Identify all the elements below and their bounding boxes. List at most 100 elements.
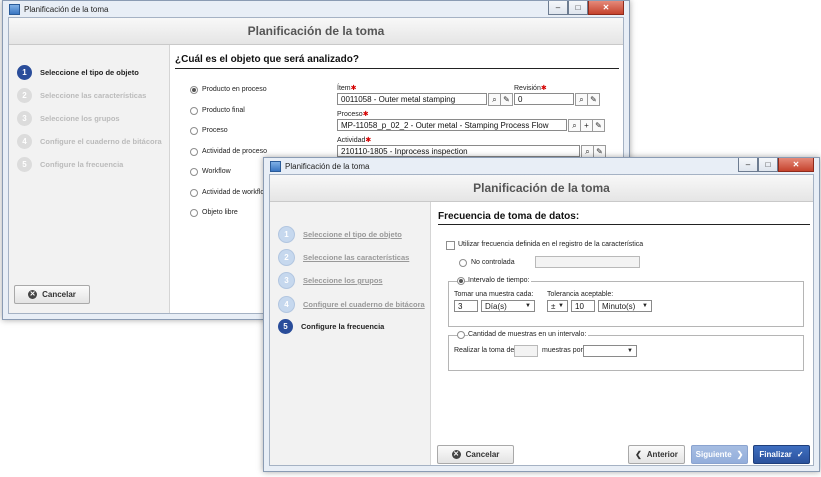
option-actividad-de-proceso-radio[interactable] — [190, 148, 198, 156]
tolerance-value-input[interactable]: 10 — [571, 300, 595, 312]
required-icon: ✱ — [540, 85, 547, 92]
step-number: 1 — [278, 226, 295, 243]
tolerance-unit-select[interactable]: Minuto(s) ▼ — [598, 300, 652, 312]
realizar-label: Realizar la toma de — [454, 347, 515, 354]
step-number: 2 — [278, 249, 295, 266]
tolerance-sign-select[interactable]: ± ▼ — [547, 300, 568, 312]
cancel-button[interactable]: ✕ Cancelar — [14, 285, 90, 304]
step-number: 3 — [278, 272, 295, 289]
step-number: 5 — [17, 157, 32, 172]
revision-field[interactable]: 0 — [514, 93, 574, 105]
step-label[interactable]: Seleccione las características — [303, 253, 409, 262]
muestras-por-select[interactable]: ▼ — [583, 345, 637, 357]
cantidad-radio[interactable] — [457, 331, 465, 339]
interval-label: Intervalo de tiempo: — [468, 277, 532, 284]
previous-label: Anterior — [646, 450, 678, 459]
close-button[interactable]: ✕ — [778, 158, 814, 172]
finish-button[interactable]: Finalizar ✓ — [753, 445, 810, 464]
process-label-text: Proceso — [337, 111, 363, 118]
step-1: 1 Seleccione el tipo de objeto — [17, 65, 139, 80]
option-objeto-libre-radio[interactable] — [190, 209, 198, 217]
step-label: Configure el cuaderno de bitácora — [40, 137, 162, 146]
app-icon — [270, 160, 281, 172]
use-frequency-checkbox[interactable] — [446, 241, 455, 250]
step-2: 2 Seleccione las características — [17, 88, 146, 103]
revision-label-text: Revisión — [514, 85, 541, 92]
window-title: Planificación de la toma — [24, 4, 109, 14]
tomar-value-input[interactable]: 3 — [454, 300, 478, 312]
use-frequency-label: Utilizar frecuencia definida en el regis… — [458, 241, 644, 248]
clear-icon[interactable]: ✎ — [500, 93, 513, 106]
no-controlada-field[interactable] — [535, 256, 640, 268]
minimize-button[interactable]: ‒ — [548, 1, 568, 15]
chevron-down-icon: ▼ — [627, 348, 633, 354]
option-label: Proceso — [202, 127, 228, 134]
previous-button[interactable]: ❮ Anterior — [628, 445, 685, 464]
option-workflow-radio[interactable] — [190, 168, 198, 176]
cantidad-label: Cantidad de muestras en un intervalo: — [468, 331, 589, 338]
clear-icon[interactable]: ✎ — [587, 93, 600, 106]
step-4: 4 Configure el cuaderno de bitácora — [17, 134, 162, 149]
next-label: Siguiente — [695, 450, 732, 459]
tomar-unit-select[interactable]: Día(s) ▼ — [481, 300, 535, 312]
item-label: Ítem✱ — [337, 84, 357, 92]
step-3: 3 Seleccione los grupos — [17, 111, 120, 126]
no-controlada-label: No controlada — [471, 259, 515, 266]
step-label: Configure la frecuencia — [301, 322, 385, 331]
step-label: Configure la frecuencia — [40, 160, 124, 169]
item-field[interactable]: 0011058 - Outer metal stamping — [337, 93, 487, 105]
clear-icon[interactable]: ✎ — [592, 119, 605, 132]
window-client: Planificación de la toma 1 Seleccione el… — [269, 174, 814, 466]
step-number: 1 — [17, 65, 32, 80]
activity-label: Actividad✱ — [337, 136, 371, 144]
cancel-label: Cancelar — [42, 290, 76, 299]
option-producto-en-proceso-radio[interactable] — [190, 86, 198, 94]
step-3[interactable]: 3 Seleccione los grupos — [278, 272, 383, 289]
muestras-label: muestras por — [542, 347, 583, 354]
interval-radio[interactable] — [457, 277, 465, 285]
step-label[interactable]: Seleccione los grupos — [303, 276, 383, 285]
next-button[interactable]: Siguiente ❯ — [691, 445, 748, 464]
cancel-button[interactable]: ✕ Cancelar — [437, 445, 514, 464]
minimize-button[interactable]: ‒ — [738, 158, 758, 172]
cancel-label: Cancelar — [465, 450, 500, 459]
step-2[interactable]: 2 Seleccione las características — [278, 249, 409, 266]
tolerance-sign-value: ± — [551, 302, 556, 311]
process-field[interactable]: MP-11058_p_02_2 - Outer metal - Stamping… — [337, 119, 567, 131]
step-4[interactable]: 4 Configure el cuaderno de bitácora — [278, 296, 425, 313]
no-controlada-radio[interactable] — [459, 259, 467, 267]
option-proceso-radio[interactable] — [190, 127, 198, 135]
chevron-down-icon: ▼ — [558, 303, 564, 309]
check-icon: ✓ — [796, 450, 804, 459]
maximize-button[interactable]: □ — [758, 158, 778, 172]
tomar-unit-value: Día(s) — [485, 302, 507, 311]
step-number: 5 — [278, 319, 293, 334]
option-label: Actividad de workflow — [202, 189, 270, 196]
option-label: Actividad de proceso — [202, 148, 267, 155]
process-label: Proceso✱ — [337, 110, 369, 118]
step-1[interactable]: 1 Seleccione el tipo de objeto — [278, 226, 402, 243]
title-bar[interactable]: Planificación de la toma ‒ □ ✕ — [264, 158, 819, 174]
required-icon: ✱ — [362, 111, 369, 118]
finish-label: Finalizar — [759, 450, 792, 459]
step-5: 5 Configure la frecuencia — [278, 319, 384, 334]
step-label: Seleccione las características — [40, 91, 147, 100]
step-number: 3 — [17, 111, 32, 126]
step-number: 2 — [17, 88, 32, 103]
activity-field[interactable]: 210110-1805 - Inprocess inspection — [337, 145, 580, 157]
dialog-header: Planificación de la toma — [9, 18, 623, 45]
tolerance-label: Tolerancia aceptable: — [547, 291, 614, 298]
maximize-button[interactable]: □ — [568, 1, 588, 15]
option-actividad-de-workflow-radio[interactable] — [190, 189, 198, 197]
option-producto-final-radio[interactable] — [190, 107, 198, 115]
step-label[interactable]: Configure el cuaderno de bitácora — [303, 300, 425, 309]
title-bar[interactable]: Planificación de la toma ‒ □ ✕ — [3, 1, 629, 17]
option-label: Producto final — [202, 107, 245, 114]
steps-panel: 1 Seleccione el tipo de objeto 2 Selecci… — [9, 45, 170, 313]
close-button[interactable]: ✕ — [588, 1, 624, 15]
question-title: ¿Cuál es el objeto que será analizado? — [175, 54, 359, 65]
tolerance-unit-value: Minuto(s) — [602, 302, 636, 311]
step-label[interactable]: Seleccione el tipo de objeto — [303, 230, 402, 239]
realizar-input[interactable] — [514, 345, 538, 357]
option-label: Producto en proceso — [202, 86, 267, 93]
